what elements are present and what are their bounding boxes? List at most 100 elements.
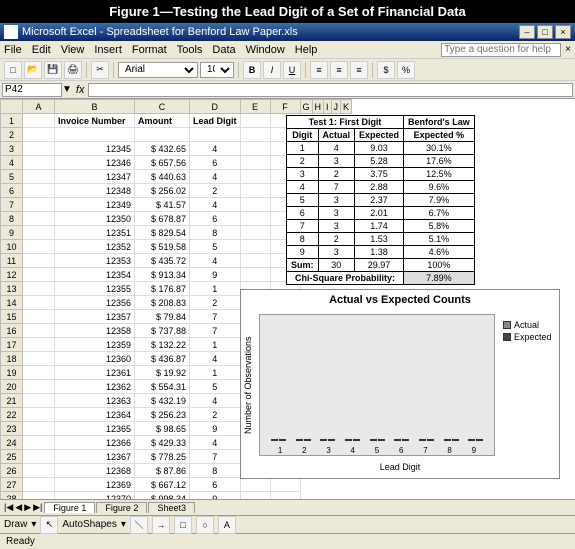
row-header[interactable]: 9	[1, 226, 23, 240]
row-header[interactable]: 25	[1, 450, 23, 464]
close-button[interactable]: ×	[555, 25, 571, 39]
cell-lead-digit[interactable]: 4	[190, 254, 241, 268]
cell-lead-digit[interactable]: 8	[190, 464, 241, 478]
cell-invoice[interactable]: 12369	[55, 478, 135, 492]
cell-lead-digit[interactable]: 4	[190, 436, 241, 450]
cell-lead-digit[interactable]: 6	[190, 212, 241, 226]
maximize-button[interactable]: □	[537, 25, 553, 39]
menu-file[interactable]: File	[4, 44, 22, 56]
row-header[interactable]: 15	[1, 310, 23, 324]
cell-invoice[interactable]: 12354	[55, 268, 135, 282]
cell-lead-digit[interactable]: 7	[190, 310, 241, 324]
col-header-E[interactable]: E	[240, 100, 270, 114]
underline-icon[interactable]: U	[283, 61, 301, 79]
cell-amount[interactable]: $ 79.84	[135, 310, 190, 324]
cell-invoice[interactable]: 12368	[55, 464, 135, 478]
row-header[interactable]: 4	[1, 156, 23, 170]
menu-insert[interactable]: Insert	[94, 44, 122, 56]
cell-invoice[interactable]: 12370	[55, 492, 135, 500]
select-objects-icon[interactable]: ↖	[40, 516, 58, 534]
row-header[interactable]: 7	[1, 198, 23, 212]
row-header[interactable]: 6	[1, 184, 23, 198]
cell-amount[interactable]: $ 429.33	[135, 436, 190, 450]
header-amount[interactable]: Amount	[135, 114, 190, 128]
tab-figure-2[interactable]: Figure 2	[96, 502, 147, 513]
formula-input[interactable]	[88, 83, 573, 97]
arrow-icon[interactable]: →	[152, 516, 170, 534]
autoshapes-menu[interactable]: AutoShapes	[62, 519, 117, 530]
row-header[interactable]: 5	[1, 170, 23, 184]
percent-icon[interactable]: %	[397, 61, 415, 79]
cell-lead-digit[interactable]: 5	[190, 380, 241, 394]
row-header[interactable]: 13	[1, 282, 23, 296]
col-header-H[interactable]: H	[312, 100, 324, 114]
cell-invoice[interactable]: 12366	[55, 436, 135, 450]
menu-edit[interactable]: Edit	[32, 44, 51, 56]
cell-invoice[interactable]: 12359	[55, 338, 135, 352]
print-icon[interactable]: 🖨	[64, 61, 82, 79]
cell-lead-digit[interactable]: 2	[190, 408, 241, 422]
col-header-J[interactable]: J	[331, 100, 341, 114]
tab-nav-first-icon[interactable]: |◀	[4, 502, 13, 513]
cell-lead-digit[interactable]: 2	[190, 184, 241, 198]
align-right-icon[interactable]: ≡	[350, 61, 368, 79]
doc-close-button[interactable]: ×	[565, 44, 571, 55]
cell-invoice[interactable]: 12346	[55, 156, 135, 170]
cell-invoice[interactable]: 12350	[55, 212, 135, 226]
cell-amount[interactable]	[135, 128, 190, 142]
textbox-icon[interactable]: A	[218, 516, 236, 534]
cell-lead-digit[interactable]: 4	[190, 170, 241, 184]
row-header[interactable]: 28	[1, 492, 23, 500]
cell-amount[interactable]: $ 256.02	[135, 184, 190, 198]
italic-icon[interactable]: I	[263, 61, 281, 79]
menu-tools[interactable]: Tools	[177, 44, 203, 56]
cell-lead-digit[interactable]: 4	[190, 352, 241, 366]
cell-amount[interactable]: $ 87.86	[135, 464, 190, 478]
cell-amount[interactable]: $ 432.65	[135, 142, 190, 156]
cell-invoice[interactable]: 12362	[55, 380, 135, 394]
cell-amount[interactable]: $ 737.88	[135, 324, 190, 338]
menu-window[interactable]: Window	[246, 44, 285, 56]
cell-invoice[interactable]: 12365	[55, 422, 135, 436]
row-header[interactable]: 10	[1, 240, 23, 254]
col-header-A[interactable]: A	[23, 100, 55, 114]
menu-format[interactable]: Format	[132, 44, 167, 56]
row-header[interactable]: 12	[1, 268, 23, 282]
help-search-input[interactable]	[441, 43, 561, 57]
dropdown-icon[interactable]: ▼	[62, 84, 72, 95]
cell-lead-digit[interactable]: 7	[190, 450, 241, 464]
row-header[interactable]: 23	[1, 422, 23, 436]
cell-invoice[interactable]: 12347	[55, 170, 135, 184]
cell-lead-digit[interactable]: 9	[190, 492, 241, 500]
cell-amount[interactable]: $ 41.57	[135, 198, 190, 212]
tab-nav-next-icon[interactable]: ▶	[24, 502, 31, 513]
cell-invoice[interactable]: 12349	[55, 198, 135, 212]
cell-invoice[interactable]: 12356	[55, 296, 135, 310]
cell-invoice[interactable]: 12353	[55, 254, 135, 268]
cell-lead-digit[interactable]: 6	[190, 156, 241, 170]
cell-lead-digit[interactable]: 9	[190, 422, 241, 436]
cell-amount[interactable]: $ 176.87	[135, 282, 190, 296]
cell-invoice[interactable]: 12367	[55, 450, 135, 464]
cell-amount[interactable]: $ 678.87	[135, 212, 190, 226]
cell-invoice[interactable]: 12358	[55, 324, 135, 338]
cell-lead-digit[interactable]: 1	[190, 366, 241, 380]
draw-menu[interactable]: Draw	[4, 519, 27, 530]
cell-lead-digit[interactable]: 5	[190, 240, 241, 254]
cell-invoice[interactable]: 12355	[55, 282, 135, 296]
cell-invoice[interactable]: 12348	[55, 184, 135, 198]
cell-invoice[interactable]: 12364	[55, 408, 135, 422]
cell-lead-digit[interactable]	[190, 128, 241, 142]
cell-lead-digit[interactable]: 6	[190, 478, 241, 492]
tab-nav-prev-icon[interactable]: ◀	[15, 502, 22, 513]
col-header-B[interactable]: B	[55, 100, 135, 114]
font-size-select[interactable]: 10	[200, 62, 234, 78]
cell-invoice[interactable]: 12361	[55, 366, 135, 380]
tab-nav-last-icon[interactable]: ▶|	[33, 502, 42, 513]
row-header[interactable]: 27	[1, 478, 23, 492]
rectangle-icon[interactable]: □	[174, 516, 192, 534]
row-header[interactable]: 26	[1, 464, 23, 478]
row-header[interactable]: 20	[1, 380, 23, 394]
row-header[interactable]: 19	[1, 366, 23, 380]
row-header[interactable]: 18	[1, 352, 23, 366]
